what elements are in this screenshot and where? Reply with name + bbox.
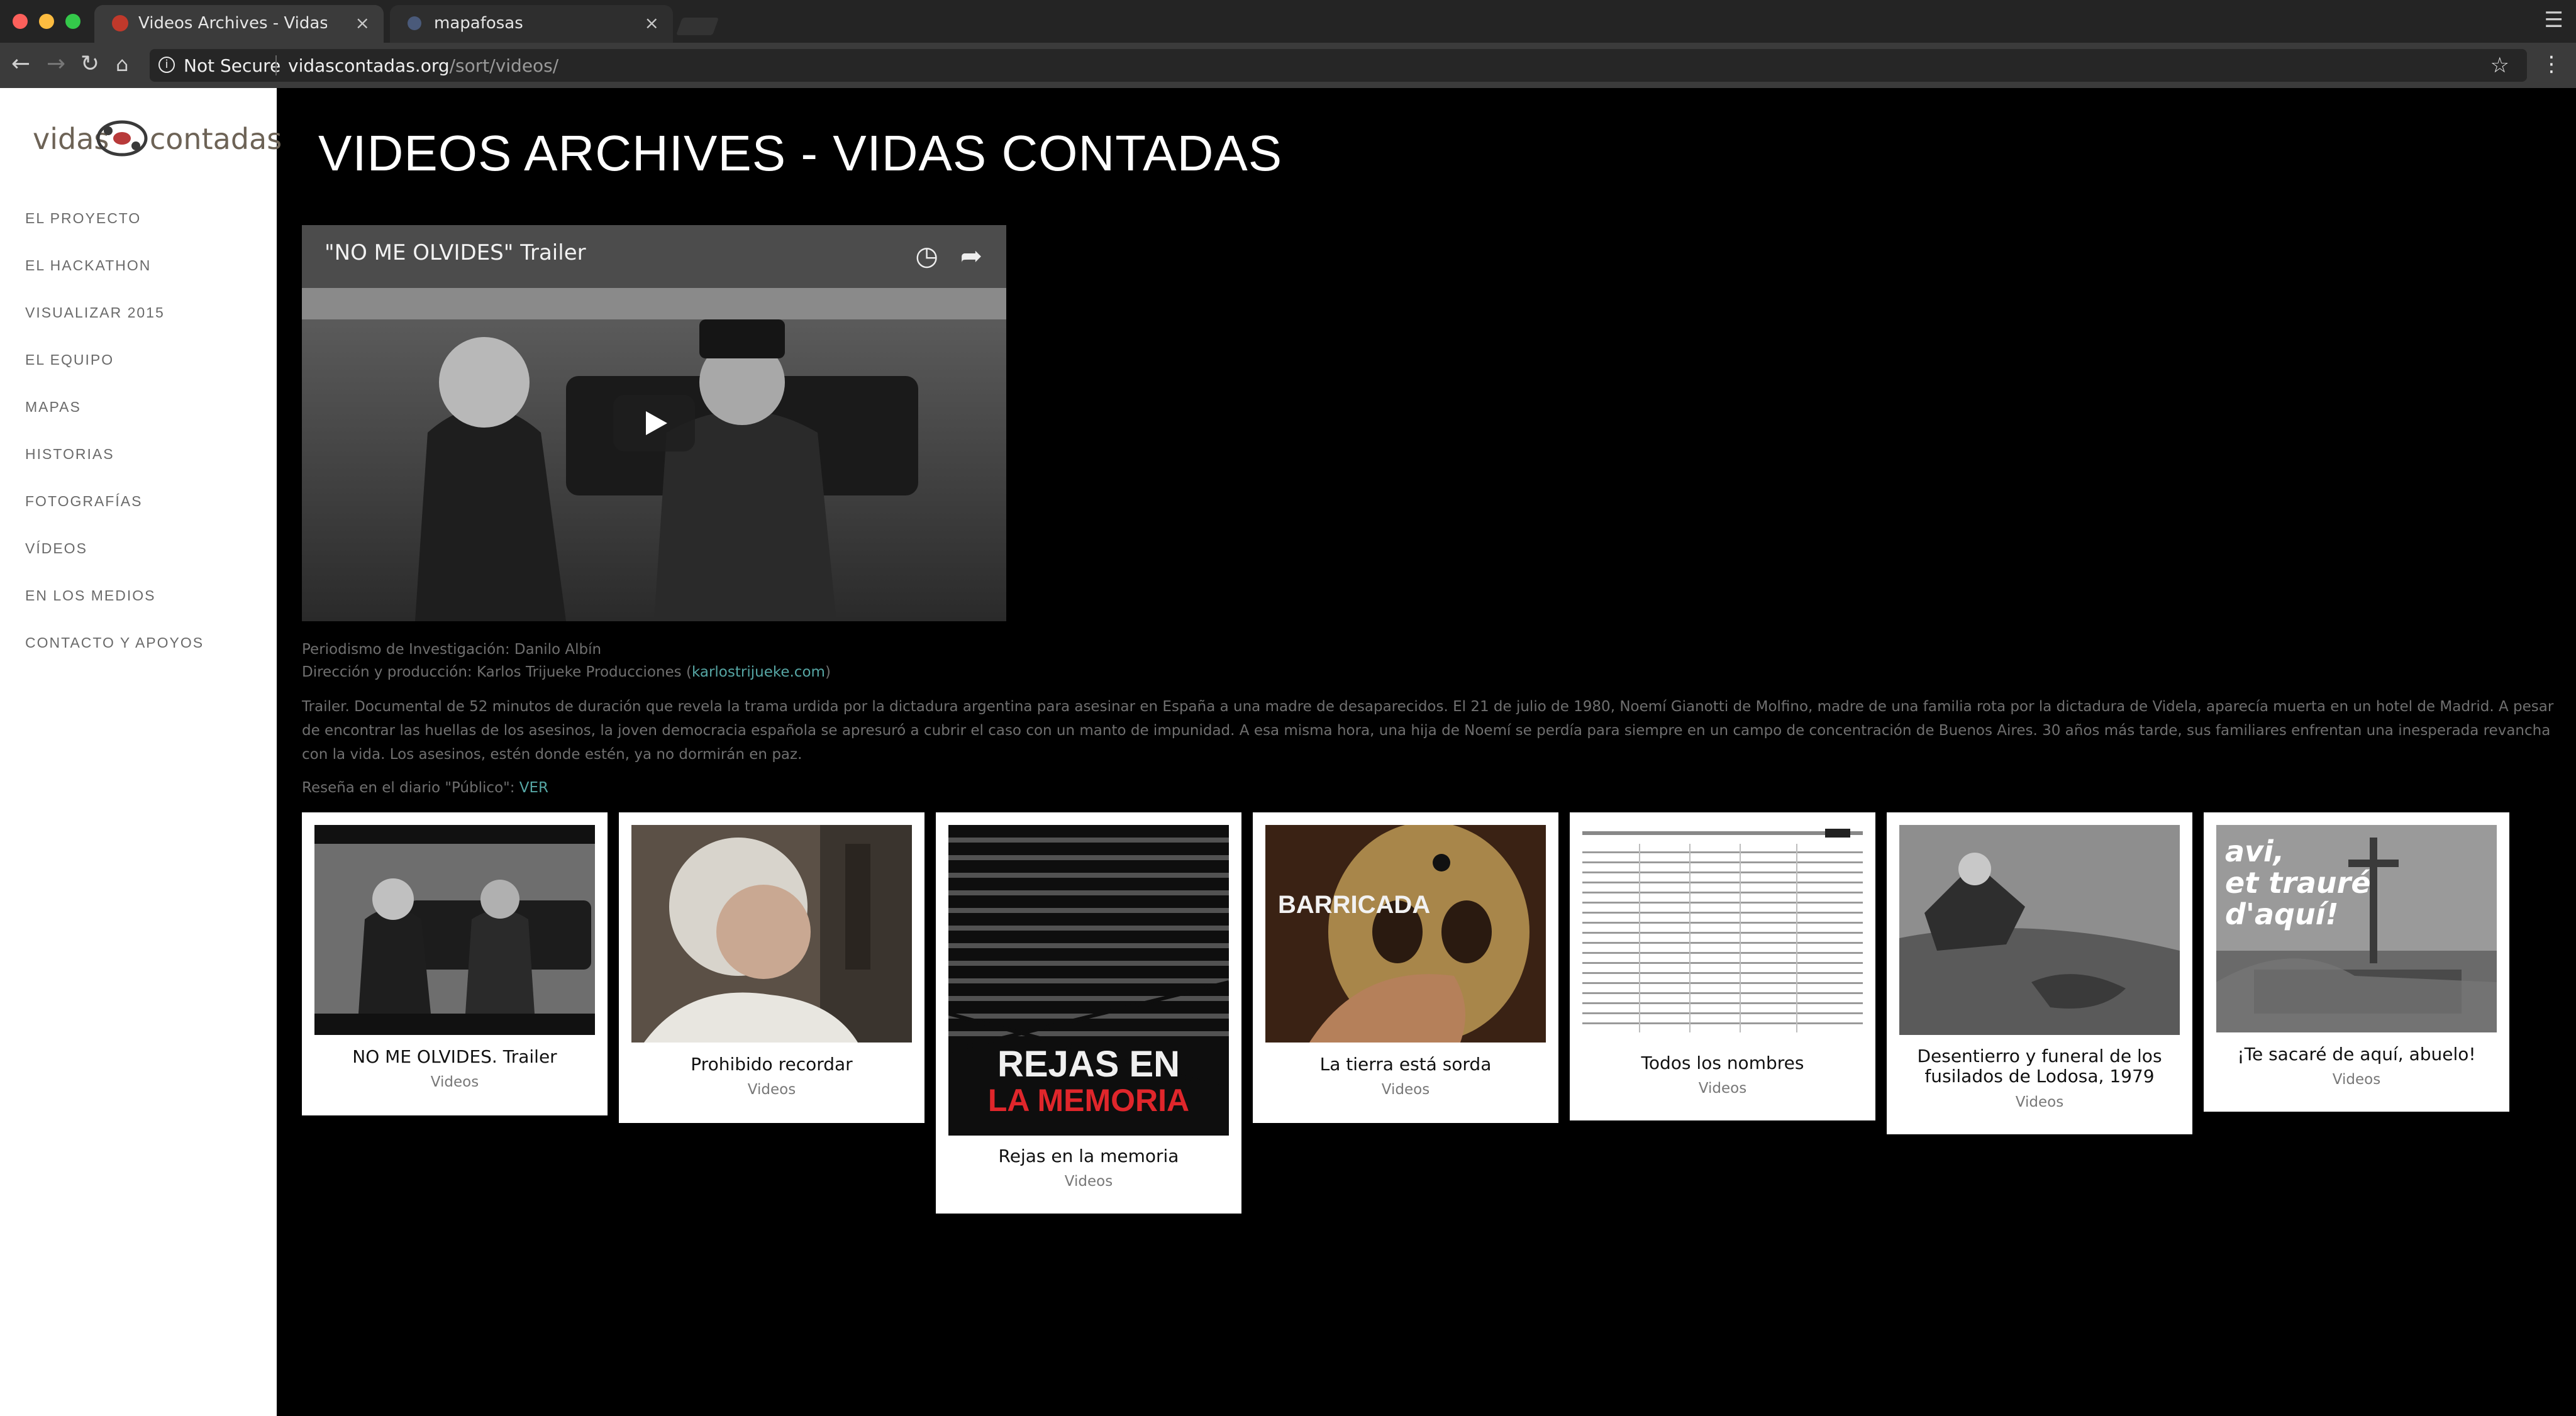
video-player[interactable]: "NO ME OLVIDES" Trailer ◷ ➦ [302, 225, 1006, 621]
video-card[interactable]: Todos los nombres Videos [1570, 812, 1875, 1120]
url-path: /sort/videos/ [449, 55, 559, 76]
menu-item-contacto-y-apoyos[interactable]: CONTACTO Y APOYOS [25, 634, 204, 651]
credit-direction: Dirección y producción: Karlos Trijueke … [302, 664, 831, 680]
watch-later-icon[interactable]: ◷ [915, 240, 938, 271]
card-title[interactable]: Todos los nombres [1570, 1053, 1875, 1073]
new-tab-button[interactable] [675, 18, 719, 35]
card-category[interactable]: Videos [1887, 1094, 2192, 1110]
menu-kebab-icon[interactable]: ⋮ [2541, 52, 2562, 77]
menu-item-historias[interactable]: HISTORIAS [25, 446, 114, 463]
credit-direction-text: Dirección y producción: Karlos Trijueke … [302, 664, 692, 680]
video-description: Trailer. Documental de 52 minutos de dur… [302, 699, 2554, 763]
poster-text-line1: avi, [2225, 834, 2284, 868]
card-title[interactable]: ¡Te sacaré de aquí, abuelo! [2204, 1044, 2509, 1065]
menu-item-el-equipo[interactable]: EL EQUIPO [25, 351, 114, 368]
video-card[interactable]: BARRICADA La tierra está sorda Videos [1253, 812, 1558, 1123]
info-icon[interactable]: i [158, 57, 175, 73]
poster-title-line2: LA MEMORIA [988, 1083, 1189, 1118]
logo-reel-icon [96, 120, 148, 157]
review-link[interactable]: VER [519, 780, 548, 796]
sidebar: vidas contadas EL PROYECTO EL HACKATHON … [0, 88, 282, 1416]
close-window-button[interactable] [13, 14, 28, 29]
tab-mapafosas[interactable]: mapafosas × [390, 5, 673, 43]
card-title-line2: fusilados de Lodosa, 1979 [1924, 1066, 2155, 1087]
card-title[interactable]: Prohibido recordar [619, 1054, 924, 1075]
card-thumbnail: REJAS EN LA MEMORIA [948, 825, 1229, 1136]
producer-link[interactable]: karlostrijueke.com [692, 664, 825, 680]
address-bar[interactable]: i Not Secure vidascontadas.org/sort/vide… [150, 49, 2527, 82]
site-favicon-icon [112, 15, 128, 31]
menu-item-mapas[interactable]: MAPAS [25, 399, 81, 416]
menu-item-en-los-medios[interactable]: EN LOS MEDIOS [25, 587, 155, 604]
poster-text-line3: d'aquí! [2225, 897, 2338, 931]
site-logo[interactable]: vidas contadas [33, 117, 282, 161]
video-title[interactable]: "NO ME OLVIDES" Trailer [325, 240, 586, 265]
card-thumbnail [1899, 825, 2180, 1035]
video-card[interactable]: NO ME OLVIDES. Trailer Videos [302, 812, 608, 1115]
home-icon[interactable]: ⌂ [116, 52, 128, 77]
maximize-window-button[interactable] [65, 14, 80, 29]
card-category[interactable]: Videos [936, 1173, 1241, 1190]
url-text[interactable]: vidascontadas.org/sort/videos/ [288, 55, 558, 76]
card-thumbnail [631, 825, 912, 1043]
tab-title: mapafosas [434, 14, 523, 33]
card-title[interactable]: La tierra está sorda [1253, 1054, 1558, 1075]
omnibox-divider [275, 55, 277, 75]
card-thumbnail [1582, 825, 1863, 1040]
credit-direction-close: ) [824, 664, 831, 680]
share-icon[interactable]: ➦ [960, 240, 982, 271]
back-icon[interactable]: ← [11, 52, 30, 77]
security-label[interactable]: Not Secure [184, 55, 280, 76]
card-category[interactable]: Videos [1570, 1080, 1875, 1097]
menu-item-visualizar-2015[interactable]: VISUALIZAR 2015 [25, 304, 165, 321]
tab-close-icon[interactable]: × [355, 13, 370, 33]
card-title[interactable]: Rejas en la memoria [936, 1146, 1241, 1166]
profile-icon[interactable]: ☰ [2545, 8, 2563, 33]
tab-close-icon[interactable]: × [645, 13, 659, 33]
browser-toolbar: ← → ↻ ⌂ i Not Secure vidascontadas.org/s… [0, 43, 2576, 88]
credit-research: Periodismo de Investigación: Danilo Albí… [302, 641, 602, 658]
logo-text-right: contadas [150, 122, 282, 156]
card-category[interactable]: Videos [1253, 1081, 1558, 1098]
tab-title: Videos Archives - Vidas conta [138, 14, 327, 33]
menu-item-videos[interactable]: VÍDEOS [25, 540, 87, 557]
page-title: VIDEOS ARCHIVES - VIDAS CONTADAS [318, 125, 1283, 181]
card-thumbnail [314, 825, 595, 1035]
card-thumbnail: avi, et trauré d'aquí! [2216, 825, 2497, 1032]
browser-tab-bar: Videos Archives - Vidas conta × mapafosa… [0, 0, 2576, 43]
poster-text-line2: et trauré [2225, 866, 2371, 900]
bookmark-star-icon[interactable]: ☆ [2490, 53, 2509, 78]
play-button[interactable] [613, 395, 695, 451]
video-card[interactable]: Desentierro y funeral de los fusilados de… [1887, 812, 2192, 1134]
forward-icon[interactable]: → [47, 52, 65, 77]
card-category[interactable]: Videos [302, 1074, 608, 1090]
card-title-line1: Desentierro y funeral de los [1917, 1046, 2162, 1066]
site-favicon-icon [408, 16, 421, 30]
card-category[interactable]: Videos [619, 1081, 924, 1098]
review-text: Reseña en el diario "Público": [302, 780, 519, 796]
menu-item-el-proyecto[interactable]: EL PROYECTO [25, 210, 141, 227]
menu-item-fotografias[interactable]: FOTOGRAFÍAS [25, 493, 142, 510]
card-category[interactable]: Videos [2204, 1071, 2509, 1088]
reload-icon[interactable]: ↻ [80, 52, 99, 77]
video-card[interactable]: Prohibido recordar Videos [619, 812, 924, 1123]
card-thumbnail: BARRICADA [1265, 825, 1546, 1043]
video-card[interactable]: REJAS EN LA MEMORIA Rejas en la memoria … [936, 812, 1241, 1214]
video-card[interactable]: avi, et trauré d'aquí! ¡Te sacaré de aqu… [2204, 812, 2509, 1112]
tab-videos-archives[interactable]: Videos Archives - Vidas conta × [94, 5, 384, 43]
menu-item-el-hackathon[interactable]: EL HACKATHON [25, 257, 151, 274]
review-line: Reseña en el diario "Público": VER [302, 780, 548, 796]
poster-title-line1: REJAS EN [997, 1044, 1180, 1085]
url-host: vidascontadas.org [288, 55, 450, 76]
card-title[interactable]: Desentierro y funeral de los fusilados de… [1887, 1046, 2192, 1087]
card-title[interactable]: NO ME OLVIDES. Trailer [302, 1046, 608, 1067]
poster-band-name: BARRICADA [1278, 891, 1430, 919]
minimize-window-button[interactable] [39, 14, 54, 29]
